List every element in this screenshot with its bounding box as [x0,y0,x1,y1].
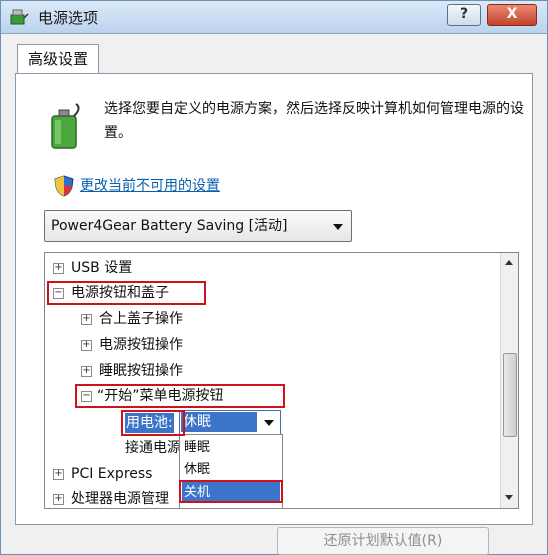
tree-item-label: 电源按钮操作 [99,337,183,353]
description-text: 选择您要自定义的电源方案，然后选择反映计算机如何管理电源的设置。 [104,101,524,141]
change-unavailable-settings-link[interactable]: 更改当前不可用的设置 [80,175,220,195]
help-button[interactable]: ? [447,4,481,26]
chevron-down-icon [333,224,343,230]
tree-item-label: PCI Express [71,466,153,482]
advanced-settings-panel: 选择您要自定义的电源方案，然后选择反映计算机如何管理电源的设置。 更改当前不可用… [15,73,533,525]
tree-item-label: USB 设置 [71,260,133,276]
tree-item-label: 睡眠按钮操作 [99,363,183,379]
uac-shield-icon [54,175,74,197]
expand-icon[interactable]: + [81,366,92,377]
battery-icon [51,103,80,149]
window-title: 电源选项 [38,9,99,27]
on-battery-dropdown-value: 休眠 [181,412,257,432]
highlight-box-start-menu-power-button [75,384,285,408]
expand-icon[interactable]: + [81,314,92,325]
title-bar: 电源选项 ? X [1,1,547,34]
tree-item-plugged-in[interactable]: 接通电源 [125,438,181,458]
expand-icon[interactable]: + [53,469,64,480]
scroll-up-icon[interactable] [505,260,513,265]
option-hibernate[interactable]: 休眠 [182,459,280,480]
expand-icon[interactable]: + [53,494,64,505]
tab-advanced-settings[interactable]: 高级设置 [17,44,99,74]
power-options-window: 电源选项 ? X 高级设置 选择您要自定义的电源方案，然后选择反映计算机如何管理… [0,0,548,555]
expand-icon[interactable]: + [53,263,64,274]
power-plan-select[interactable]: Power4Gear Battery Saving [活动] [44,210,352,242]
scrollbar-thumb[interactable] [503,353,517,437]
tree-item-label: 接通电源 [125,440,181,456]
power-options-icon [10,9,29,25]
tree-scrollbar[interactable] [500,253,518,508]
settings-tree: + USB 设置 − 电源按钮和盖子 + 合上盖子操作 + 电源按钮操作 + 睡… [44,252,519,509]
on-battery-dropdown[interactable]: 休眠 [179,410,281,436]
highlight-box-shut-down [179,480,283,503]
expand-icon[interactable]: + [81,340,92,351]
option-sleep[interactable]: 睡眠 [182,437,280,458]
restore-plan-defaults-button[interactable]: 还原计划默认值(R) [277,527,489,555]
tree-item-label: 合上盖子操作 [99,311,183,327]
close-button[interactable]: X [487,4,537,26]
highlight-box-power-buttons-lid [47,281,206,305]
tree-item-label: 处理器电源管理 [71,491,169,507]
power-plan-value: Power4Gear Battery Saving [活动] [51,218,288,234]
highlight-box-on-battery [121,410,185,436]
scroll-down-icon[interactable] [505,495,513,500]
chevron-down-icon[interactable] [264,420,274,426]
